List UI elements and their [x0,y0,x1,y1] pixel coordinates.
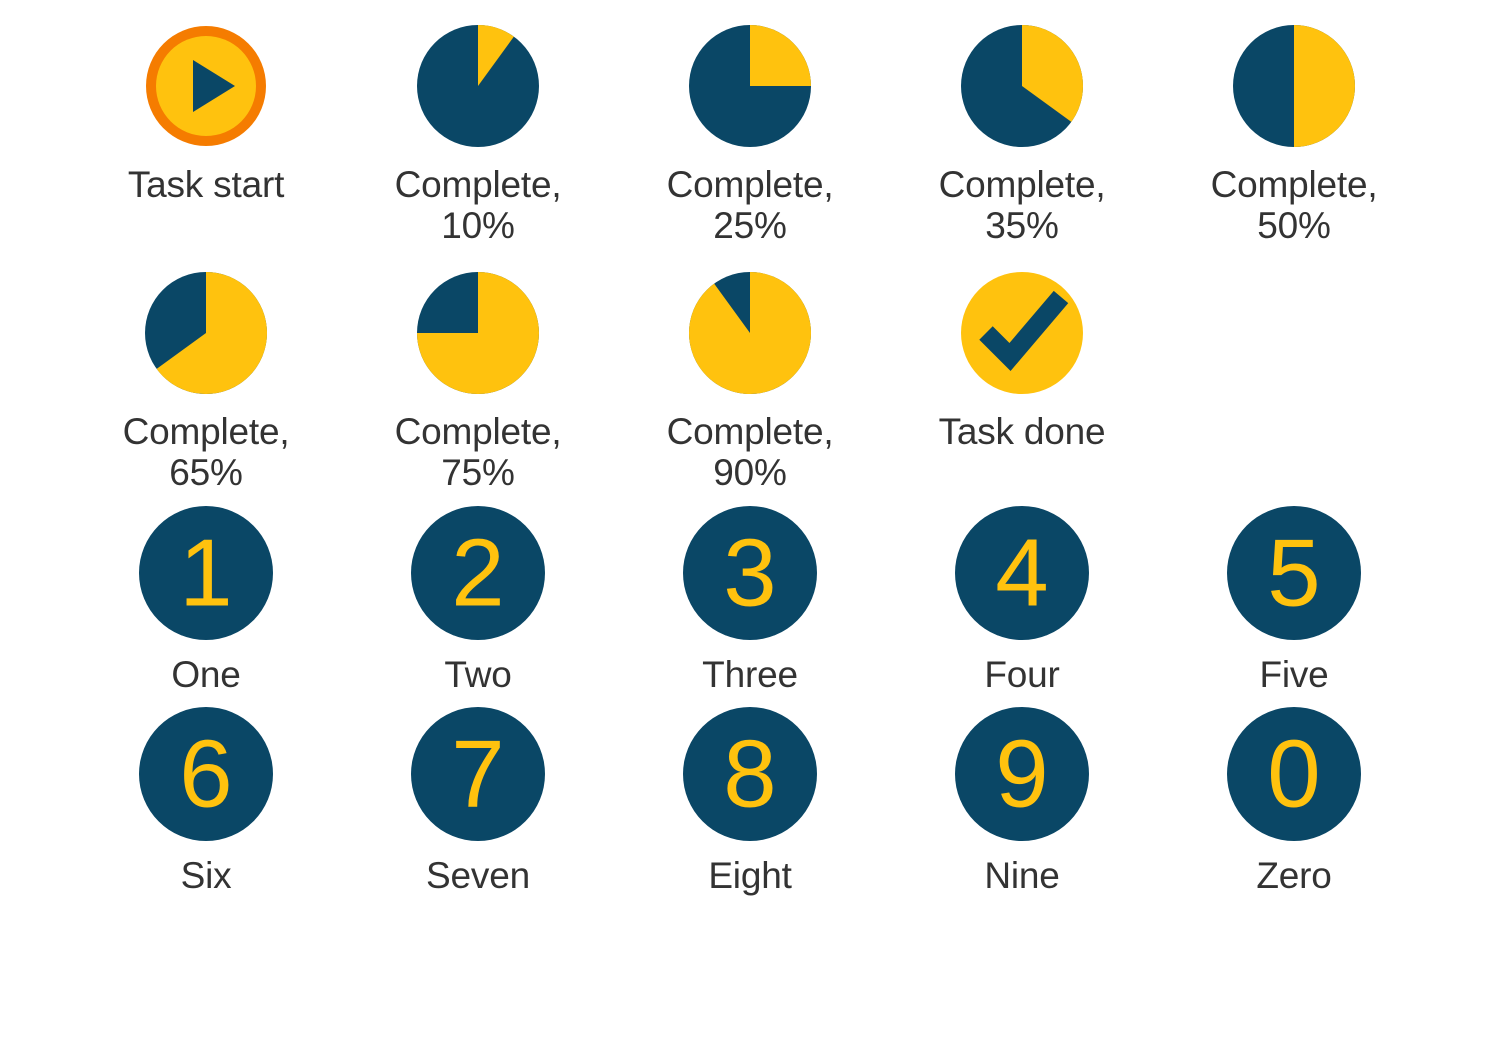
icon-label: Nine [984,855,1060,897]
icon-cell[interactable]: 4 Four [886,505,1158,695]
icon-cell[interactable]: Task done [886,271,1158,494]
icon-cell[interactable]: 8 Eight [614,707,886,896]
icon-cell[interactable]: 6 Six [70,707,342,896]
icon-cell[interactable]: 9 Nine [886,707,1158,896]
icon-cell[interactable]: 3 Three [614,505,886,695]
icon-cell[interactable]: Complete, 50% [1158,24,1430,247]
icon-label: Complete, 90% [666,410,834,494]
digit-eight-icon[interactable]: 8 [683,707,817,842]
icon-cell[interactable]: Task start [70,24,342,247]
pie-25-icon[interactable] [688,24,812,148]
digit-glyph: 9 [995,721,1048,828]
icon-label: Zero [1256,855,1332,897]
icon-cell[interactable]: 5 Five [1158,505,1430,695]
icon-cell[interactable]: 0 Zero [1158,707,1430,896]
digit-nine-icon[interactable]: 9 [955,707,1089,842]
icon-label: Five [1259,653,1329,695]
icon-label: Complete, 65% [122,410,290,494]
digit-glyph: 0 [1267,721,1320,828]
digit-glyph: 1 [179,519,232,626]
icon-label: One [171,653,241,695]
play-icon[interactable] [144,24,268,148]
digit-glyph: 2 [451,519,504,626]
icon-label: Three [702,653,798,695]
icon-label: Four [984,653,1060,695]
icon-cell[interactable]: Complete, 65% [70,271,342,494]
icon-label: Complete, 25% [666,164,834,247]
icon-label: Two [444,653,512,695]
icon-label: Task done [938,410,1106,452]
icon-cell[interactable]: Complete, 10% [342,24,614,247]
digit-glyph: 7 [451,721,504,828]
pie-50-icon[interactable] [1232,24,1356,148]
icon-cell[interactable]: 1 One [70,505,342,695]
icon-label: Complete, 35% [938,164,1106,247]
digit-glyph: 8 [723,721,776,828]
pie-65-icon[interactable] [144,271,268,395]
icon-cell[interactable]: Complete, 75% [342,271,614,494]
icon-label: Complete, 75% [394,410,562,494]
pie-10-icon[interactable] [416,24,540,148]
digit-row-1: 1 One 2 Two 3 Three 4 Four 5 Five [70,494,1430,695]
digit-glyph: 3 [723,519,776,626]
digit-two-icon[interactable]: 2 [411,505,545,640]
digit-glyph: 6 [179,721,232,828]
digit-four-icon[interactable]: 4 [955,505,1089,640]
icon-cell[interactable]: Complete, 25% [614,24,886,247]
digit-glyph: 5 [1267,519,1320,626]
pie-90-icon[interactable] [688,271,812,395]
icon-cell[interactable]: Complete, 35% [886,24,1158,247]
icon-cell[interactable]: 2 Two [342,505,614,695]
digit-row-2: 6 Six 7 Seven 8 Eight 9 Nine 0 Zero [70,695,1430,896]
icon-label: Complete, 10% [394,164,562,247]
digit-three-icon[interactable]: 3 [683,505,817,640]
pie-75-icon[interactable] [416,271,540,395]
digit-one-icon[interactable]: 1 [139,505,273,640]
digit-zero-icon[interactable]: 0 [1227,707,1361,842]
checkmark-icon[interactable] [960,271,1084,395]
icon-label: Complete, 50% [1210,164,1378,247]
digit-six-icon[interactable]: 6 [139,707,273,842]
icon-label: Seven [426,855,530,897]
icon-sheet: Task start Complete, 10% Complete, 25% Comp… [0,0,1500,1061]
progress-row-1: Task start Complete, 10% Complete, 25% Comp… [70,0,1430,247]
digit-seven-icon[interactable]: 7 [411,707,545,842]
icon-cell[interactable]: 7 Seven [342,707,614,896]
digit-five-icon[interactable]: 5 [1227,505,1361,640]
progress-row-2: Complete, 65% Complete, 75% Complete, 90% T… [70,247,1430,494]
pie-35-icon[interactable] [960,24,1084,148]
icon-cell[interactable]: Complete, 90% [614,271,886,494]
icon-label: Task start [127,164,285,205]
digit-glyph: 4 [995,519,1048,626]
icon-label: Six [180,855,232,897]
icon-label: Eight [708,855,792,897]
